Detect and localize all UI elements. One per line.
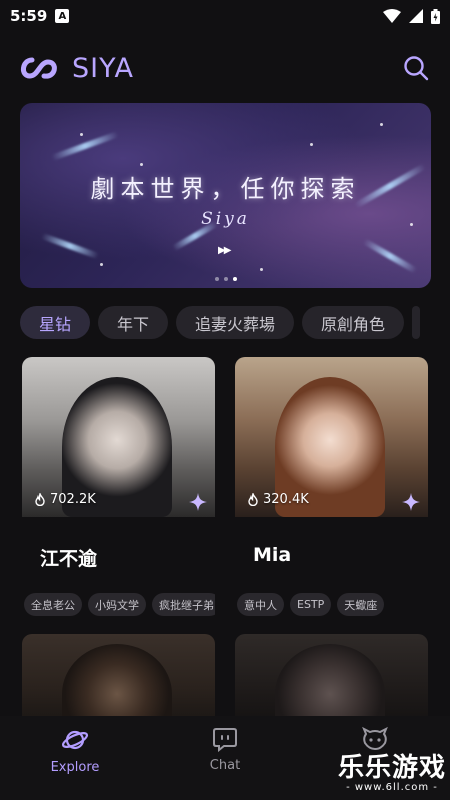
star: [310, 143, 313, 146]
tag-chip[interactable]: 疯批继子弟: [152, 593, 215, 616]
star: [140, 163, 143, 166]
tag-chip[interactable]: 天蠍座: [337, 593, 385, 616]
light-streak: [362, 238, 418, 274]
character-tags: 意中人 ESTP 天蠍座: [237, 593, 430, 616]
star: [80, 133, 83, 136]
likes-value: 702.2K: [50, 492, 96, 507]
notification-a-icon: A: [55, 9, 70, 23]
search-button[interactable]: [400, 52, 432, 84]
status-bar: 5:59 A: [0, 0, 450, 32]
chat-icon: [213, 728, 237, 752]
sparkle-icon[interactable]: [402, 493, 420, 511]
battery-icon: [431, 8, 440, 24]
tab-yuanchuang[interactable]: 原創角色: [302, 306, 405, 339]
likes-count: 320.4K: [247, 492, 309, 507]
sparkle-icon[interactable]: [189, 493, 207, 511]
nav-explore-label: Explore: [50, 760, 100, 775]
star: [260, 268, 263, 271]
character-portrait: [275, 644, 385, 724]
promo-banner[interactable]: 劇本世界，任你探索 Siya ▶▶: [20, 103, 431, 288]
character-card-image[interactable]: 702.2K: [22, 357, 215, 517]
tag-chip[interactable]: 小妈文学: [88, 593, 146, 616]
flame-icon: [35, 493, 45, 506]
light-streak: [51, 131, 119, 161]
light-streak: [40, 232, 100, 260]
tag-chip[interactable]: 意中人: [237, 593, 284, 616]
character-card-image[interactable]: 320.4K: [235, 357, 428, 517]
character-card-image[interactable]: [22, 634, 215, 724]
app-name: SIYA: [72, 52, 134, 84]
tag-chip[interactable]: ESTP: [290, 593, 332, 616]
status-time: 5:59: [10, 7, 48, 25]
banner-pager: [20, 277, 431, 281]
category-tabs: 星钻 年下 追妻火葬場 原創角色: [20, 306, 450, 340]
mascot-icon: [362, 726, 388, 751]
site-watermark: 乐乐游戏 - www.6ll.com -: [338, 754, 446, 793]
character-name[interactable]: 江不逾: [40, 544, 97, 571]
pager-dot[interactable]: [223, 277, 228, 281]
tab-nianxia[interactable]: 年下: [98, 306, 169, 339]
character-tags: 全息老公 小妈文学 疯批继子弟: [24, 593, 215, 616]
character-name[interactable]: Mia: [253, 544, 291, 566]
character-card-image[interactable]: [235, 634, 428, 724]
character-portrait: [62, 644, 172, 724]
pager-dot[interactable]: [214, 277, 219, 281]
flame-icon: [248, 493, 258, 506]
star: [380, 123, 383, 126]
nav-chat[interactable]: Chat: [150, 716, 300, 800]
fast-forward-icon: ▶▶: [218, 245, 231, 256]
watermark-url: - www.6ll.com -: [346, 782, 438, 793]
search-icon: [404, 56, 429, 81]
likes-value: 320.4K: [263, 492, 309, 507]
banner-title: 劇本世界，任你探索: [90, 175, 361, 203]
watermark-main: 乐乐游戏: [337, 753, 446, 783]
planet-icon: [61, 730, 89, 750]
tab-zhuiqi[interactable]: 追妻火葬場: [176, 306, 295, 339]
app-header: SIYA: [0, 44, 450, 92]
star: [100, 263, 103, 266]
siya-logo-icon: [21, 57, 57, 79]
likes-count: 702.2K: [34, 492, 96, 507]
wifi-icon: [383, 9, 401, 23]
pager-dot-active[interactable]: [232, 277, 237, 281]
nav-chat-label: Chat: [209, 758, 241, 773]
tab-xingzuan[interactable]: 星钻: [20, 306, 91, 339]
banner-subtitle: Siya: [201, 209, 250, 229]
tab-more[interactable]: [412, 306, 421, 339]
nav-explore[interactable]: Explore: [0, 716, 150, 800]
tag-chip[interactable]: 全息老公: [24, 593, 82, 616]
signal-icon: [409, 9, 423, 23]
